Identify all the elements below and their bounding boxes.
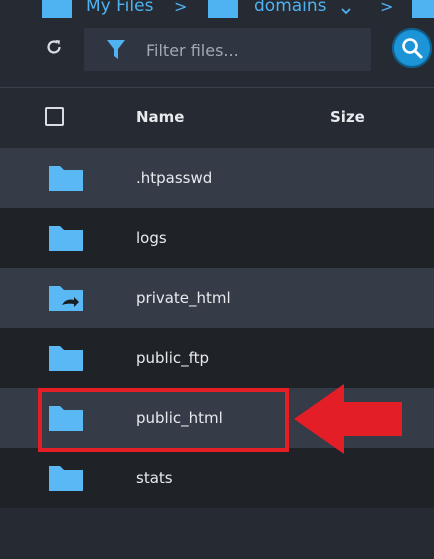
select-all-checkbox[interactable] [45,107,64,126]
folder-icon [48,344,84,376]
file-name[interactable]: public_ftp [136,349,209,367]
table-row[interactable]: .htpasswd [0,148,434,208]
search-button[interactable] [392,28,432,68]
toolbar [0,22,434,82]
breadcrumb: My Files > domains > [0,0,434,22]
file-name[interactable]: stats [136,469,173,487]
table-row[interactable]: logs [0,208,434,268]
filter-box[interactable] [84,28,371,71]
filter-input[interactable] [144,38,358,62]
highlight-box [38,388,289,452]
refresh-icon[interactable] [44,37,64,57]
folder-icon[interactable] [410,0,434,24]
filter-icon [106,39,126,65]
file-name[interactable]: private_html [136,289,231,307]
table-header: Name Size [0,88,434,148]
breadcrumb-domains[interactable]: domains [254,0,327,16]
folder-icon [48,464,84,496]
folder-icon[interactable] [206,0,240,24]
breadcrumb-my-files[interactable]: My Files [86,0,153,16]
file-name[interactable]: .htpasswd [136,169,212,187]
table-row[interactable]: public_ftp [0,328,434,388]
folder-icon [48,164,84,196]
search-icon [402,38,423,59]
file-name[interactable]: logs [136,229,167,247]
folder-link-icon [48,284,84,316]
table-row[interactable]: private_html [0,268,434,328]
column-name[interactable]: Name [136,108,184,126]
column-size[interactable]: Size [330,108,365,126]
arrow-left-icon [292,382,404,460]
chevron-down-icon[interactable] [341,0,351,19]
breadcrumb-separator: > [380,0,394,16]
folder-icon [48,224,84,256]
breadcrumb-separator: > [174,0,188,16]
folder-icon[interactable] [40,0,74,24]
